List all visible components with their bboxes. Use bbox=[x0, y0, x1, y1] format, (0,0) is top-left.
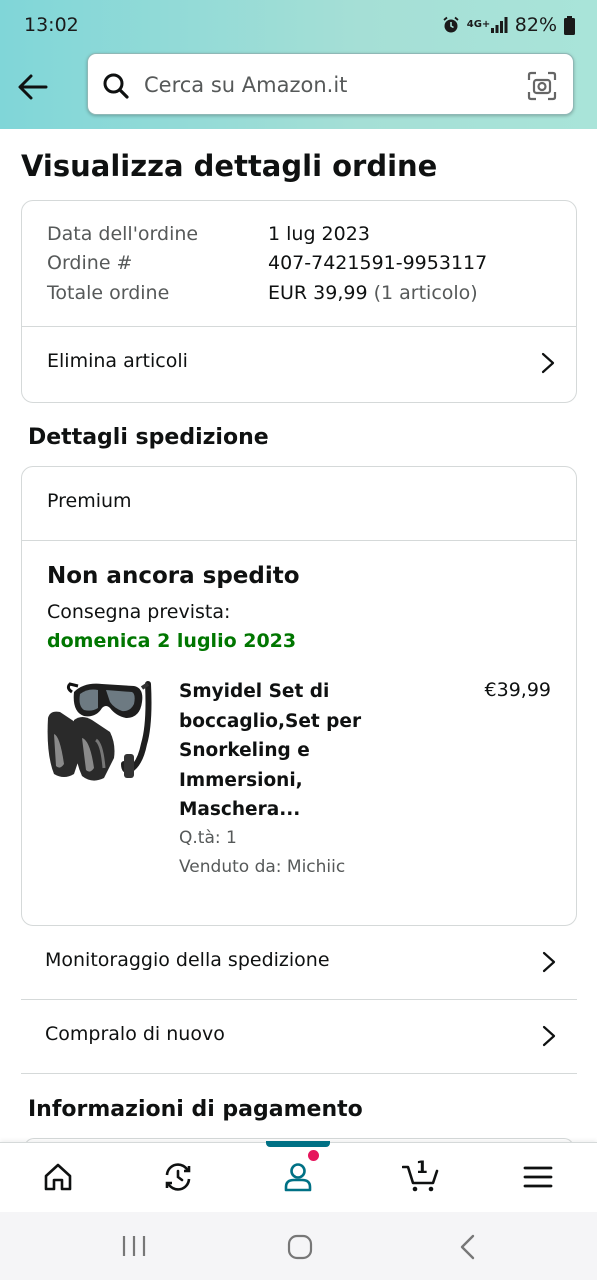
cart-count-badge: 1 bbox=[416, 1158, 428, 1178]
order-total-items: (1 articolo) bbox=[373, 282, 478, 304]
shipment-card: Premium Non ancora spedito Consegna prev… bbox=[21, 466, 577, 926]
chevron-right-icon bbox=[542, 1025, 556, 1047]
arrow-left-icon bbox=[18, 74, 48, 100]
shipping-section-title: Dettagli spedizione bbox=[28, 425, 269, 450]
chevron-right-icon bbox=[542, 951, 556, 973]
back-button[interactable] bbox=[16, 70, 50, 104]
home-icon bbox=[44, 1163, 72, 1191]
payment-section-title: Informazioni di pagamento bbox=[28, 1097, 363, 1122]
refresh-clock-icon bbox=[165, 1163, 191, 1191]
buy-again-label: Compralo di nuovo bbox=[45, 1023, 225, 1045]
shipment-status: Non ancora spedito bbox=[47, 563, 300, 589]
active-tab-indicator bbox=[266, 1141, 330, 1147]
status-bar: 13:02 4G+ 82% bbox=[0, 0, 597, 52]
product-title-line: Smyidel Set di bbox=[179, 681, 330, 702]
alarm-icon bbox=[443, 16, 459, 33]
nav-menu[interactable] bbox=[508, 1155, 568, 1201]
search-icon bbox=[103, 73, 129, 99]
shipping-service: Premium bbox=[47, 490, 132, 512]
product-price: €39,99 bbox=[484, 679, 551, 701]
nav-home[interactable] bbox=[28, 1155, 88, 1201]
product-title-line: Immersioni, bbox=[179, 769, 303, 791]
order-total-amount: EUR 39,99 bbox=[268, 282, 368, 304]
track-shipment-row[interactable]: Monitoraggio della spedizione bbox=[21, 926, 577, 1000]
product-title[interactable]: Smyidel Set di boccaglio,Set per Snorkel… bbox=[179, 677, 389, 825]
app-header: 13:02 4G+ 82% Cerca su Amazon.it bbox=[0, 0, 597, 129]
order-date-label: Data dell'ordine bbox=[47, 223, 199, 245]
order-date-value: 1 lug 2023 bbox=[268, 223, 370, 245]
person-icon bbox=[284, 1163, 312, 1192]
home-system-icon[interactable] bbox=[287, 1234, 313, 1260]
signal-icon bbox=[490, 17, 508, 33]
product-quantity: Q.tà: 1 bbox=[179, 828, 237, 848]
product-title-line: Snorkeling e bbox=[179, 740, 310, 761]
buy-again-row[interactable]: Compralo di nuovo bbox=[21, 1000, 577, 1074]
divider bbox=[22, 540, 576, 541]
battery-level: 82% bbox=[514, 14, 557, 36]
network-type: 4G+ bbox=[466, 19, 491, 30]
camera-search-icon[interactable] bbox=[527, 71, 557, 101]
battery-icon bbox=[564, 15, 575, 35]
hamburger-menu-icon bbox=[523, 1166, 553, 1188]
product-seller: Venduto da: Michiic bbox=[179, 857, 346, 877]
delivery-date: domenica 2 luglio 2023 bbox=[47, 630, 297, 652]
back-system-icon[interactable] bbox=[459, 1234, 477, 1260]
bottom-nav bbox=[0, 1141, 597, 1212]
page-title: Visualizza dettagli ordine bbox=[21, 149, 438, 183]
order-total-label: Totale ordine bbox=[47, 282, 170, 304]
order-total-value: EUR 39,99 (1 articolo) bbox=[268, 282, 478, 304]
notification-dot bbox=[308, 1150, 319, 1161]
chevron-right-icon bbox=[541, 352, 555, 374]
product-title-line: boccaglio,Set per bbox=[179, 710, 362, 732]
order-number-value: 407-7421591-9953117 bbox=[268, 252, 488, 274]
product-image[interactable] bbox=[44, 674, 156, 786]
search-input[interactable]: Cerca su Amazon.it bbox=[144, 73, 347, 97]
track-shipment-label: Monitoraggio della spedizione bbox=[45, 949, 330, 971]
product-title-line: Maschera... bbox=[179, 799, 301, 820]
delete-items-row[interactable]: Elimina articoli bbox=[22, 327, 576, 403]
order-summary-card: Data dell'ordine 1 lug 2023 Ordine # 407… bbox=[21, 200, 577, 403]
system-navigation-bar bbox=[0, 1212, 597, 1280]
search-bar[interactable]: Cerca su Amazon.it bbox=[87, 53, 574, 115]
nav-orders-history[interactable] bbox=[148, 1155, 208, 1201]
nav-account[interactable] bbox=[268, 1155, 328, 1201]
order-number-label: Ordine # bbox=[47, 252, 133, 274]
status-icons: 4G+ 82% bbox=[442, 14, 575, 36]
recent-apps-icon[interactable] bbox=[121, 1234, 147, 1258]
delete-items-label: Elimina articoli bbox=[47, 350, 188, 372]
delivery-label: Consegna prevista: bbox=[47, 601, 231, 623]
status-time: 13:02 bbox=[24, 14, 79, 36]
